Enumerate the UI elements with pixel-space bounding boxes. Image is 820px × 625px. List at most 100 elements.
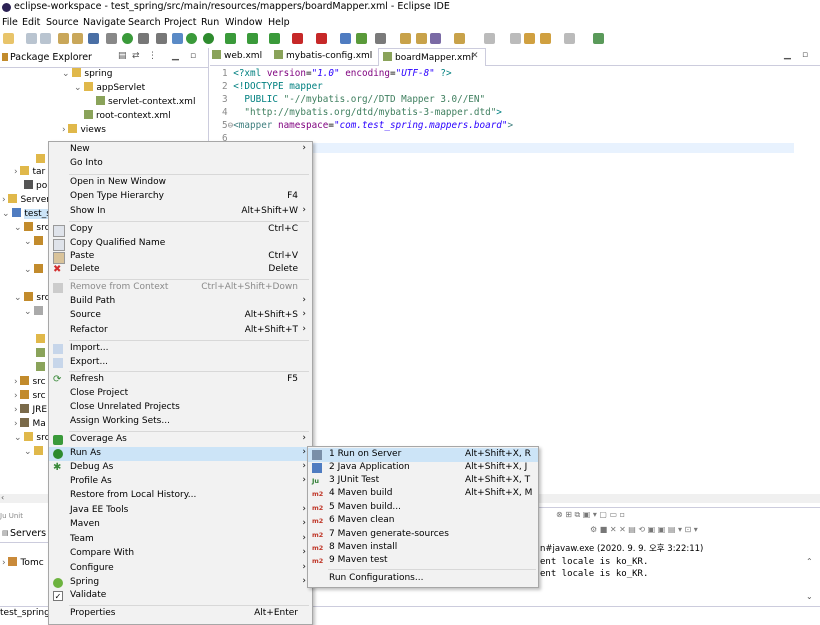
view-menu-icon[interactable]: ⋮ [148, 51, 157, 61]
menu-refactor[interactable]: Refactor Alt+Shift+T › [49, 324, 312, 338]
menu-edit[interactable]: Edit [22, 17, 40, 28]
tree-item-spring[interactable]: ⌄ spring [62, 68, 112, 79]
submenu-run-on-server[interactable]: 1 Run on Server Alt+Shift+X, R [308, 448, 538, 462]
tree-item-appservlet[interactable]: ⌄ appServlet [74, 82, 145, 93]
tree-item-folder-2[interactable] [36, 334, 48, 345]
menu-refresh[interactable]: ⟳ Refresh F5 [49, 373, 312, 387]
debug-run-icon[interactable] [186, 33, 197, 44]
minimize-icon[interactable]: ▁ [784, 50, 791, 60]
submenu-maven-generate-sources[interactable]: m2 7 Maven generate-sources [308, 528, 538, 542]
menu-run-as[interactable]: Run As › [49, 447, 312, 461]
scroll-left-icon[interactable]: ‹ [1, 493, 4, 502]
open-task-icon[interactable] [72, 33, 83, 44]
menu-build-path[interactable]: Build Path › [49, 295, 312, 309]
skip-breakpoints-icon[interactable] [106, 33, 117, 44]
tree-item-src-4[interactable]: › src [14, 390, 46, 401]
tree-item-src-5[interactable]: ⌄ src [14, 432, 50, 443]
code-line-1[interactable]: 1 <?xml version="1.0" encoding="UTF-8" ?… [222, 68, 452, 79]
tree-item-pkg-3[interactable]: ⌄ [24, 306, 46, 317]
menu-close-project[interactable]: Close Project [49, 387, 312, 401]
menu-paste[interactable]: Paste Ctrl+V [49, 250, 312, 264]
run-icon[interactable] [203, 33, 214, 44]
menu-project[interactable]: Project [164, 17, 197, 28]
tomcat-server-item[interactable]: › Tomc [2, 557, 44, 568]
tab-mybatis-config[interactable]: mybatis-config.xml [274, 50, 372, 61]
terminate-icon[interactable] [316, 33, 327, 44]
tree-item-folder-3[interactable]: ⌄ [24, 446, 46, 457]
menu-run[interactable]: Run [201, 17, 219, 28]
globe-icon[interactable] [172, 33, 183, 44]
tree-item-src-3[interactable]: › src [14, 376, 46, 387]
open-task-folder-icon[interactable] [454, 33, 465, 44]
menu-properties[interactable]: Properties Alt+Enter [49, 607, 312, 621]
menu-debug-as[interactable]: ✱ Debug As › [49, 461, 312, 475]
menu-open-type-hierarchy[interactable]: Open Type Hierarchy F4 [49, 190, 312, 204]
profile-icon[interactable] [269, 33, 280, 44]
tree-item-maven[interactable]: › Ma [14, 418, 46, 429]
submenu-maven-test[interactable]: m2 9 Maven test [308, 554, 538, 568]
tree-item-jre[interactable]: › JRE [14, 404, 47, 415]
scroll-up-icon[interactable]: ⌃ [806, 557, 813, 566]
menu-source[interactable]: Source [46, 17, 79, 28]
maximize-icon[interactable]: ▫ [802, 50, 808, 60]
open-folder-icon[interactable] [400, 33, 411, 44]
submenu-junit-test[interactable]: Ju 3 JUnit Test Alt+Shift+X, T [308, 474, 538, 488]
tree-item-target[interactable]: › tar [14, 166, 45, 177]
tree-item-folder[interactable] [36, 154, 48, 165]
tree-item-src-1[interactable]: ⌄ src [14, 222, 50, 233]
menu-window[interactable]: Window [225, 17, 262, 28]
tree-item-pkg-1[interactable]: ⌄ [24, 236, 46, 247]
code-line-3[interactable]: 3 PUBLIC "-//mybatis.org//DTD Mapper 3.0… [222, 94, 485, 105]
maximize-icon[interactable]: ▫ [190, 51, 196, 61]
server-icon[interactable] [138, 33, 149, 44]
tab-web-xml[interactable]: web.xml [212, 50, 262, 61]
tree-item-root-context[interactable]: root-context.xml [84, 110, 171, 121]
menu-restore-local-history[interactable]: Restore from Local History... [49, 489, 312, 503]
menu-search[interactable]: Search [128, 17, 161, 28]
menu-file[interactable]: File [2, 17, 18, 28]
menu-open-new-window[interactable]: Open in New Window [49, 176, 312, 190]
tree-item-pom[interactable]: po [24, 180, 47, 191]
link-editor-icon[interactable]: ⇄ [132, 51, 140, 61]
open-type-icon[interactable] [58, 33, 69, 44]
save-icon[interactable] [26, 33, 37, 44]
tab-board-mapper-active[interactable]: boardMapper.xml ✕ [378, 48, 486, 66]
menu-compare-with[interactable]: Compare With › [49, 547, 312, 561]
menu-configure[interactable]: Configure › [49, 562, 312, 576]
new-package-icon[interactable] [340, 33, 351, 44]
menu-copy[interactable]: Copy Ctrl+C [49, 223, 312, 237]
submenu-maven-clean[interactable]: m2 6 Maven clean [308, 514, 538, 528]
submenu-java-application[interactable]: 2 Java Application Alt+Shift+X, J [308, 461, 538, 475]
menu-validate[interactable]: ✓ Validate [49, 589, 312, 603]
code-line-4[interactable]: 4 "http://mybatis.org/dtd/mybatis-3-mapp… [222, 107, 502, 118]
menu-export[interactable]: Export... [49, 356, 312, 370]
back-icon[interactable] [540, 33, 551, 44]
save-all-icon[interactable] [40, 33, 51, 44]
menu-assign-working-sets[interactable]: Assign Working Sets... [49, 415, 312, 429]
new-spring-icon[interactable] [375, 33, 386, 44]
menu-maven[interactable]: Maven › [49, 518, 312, 532]
tool-icon[interactable] [156, 33, 167, 44]
menu-import[interactable]: Import... [49, 342, 312, 356]
next-annotation-icon[interactable] [510, 33, 521, 44]
package-explorer-tab[interactable]: Package Explorer ▤ ⇄ ⋮ ▁ ▫ [0, 48, 208, 68]
scroll-down-icon[interactable]: ⌄ [806, 592, 813, 601]
tree-item-servlet-context[interactable]: servlet-context.xml [96, 96, 195, 107]
stop-icon[interactable] [292, 33, 303, 44]
external-tools-icon[interactable] [247, 33, 258, 44]
console-toolbar-icons[interactable]: ⊗ ⊞ ⧉ ▣ ▾ ▢ ▭ ▫ [556, 510, 625, 520]
tree-item-file-2[interactable] [36, 362, 48, 373]
code-line-5[interactable]: 5⊖<mapper namespace="com.test_spring.map… [222, 120, 513, 131]
debug-icon[interactable] [122, 33, 133, 44]
new-class-icon[interactable] [356, 33, 367, 44]
menu-profile-as[interactable]: Profile As › [49, 475, 312, 489]
close-icon[interactable]: ✕ [471, 51, 479, 61]
collapse-all-icon[interactable]: ▤ [118, 51, 127, 61]
menu-help[interactable]: Help [268, 17, 290, 28]
last-edit-icon[interactable] [524, 33, 535, 44]
code-line-2[interactable]: 2 <!DOCTYPE mapper [222, 81, 323, 92]
tree-item-servers[interactable]: › Server [2, 194, 50, 205]
submenu-maven-build[interactable]: m2 4 Maven build Alt+Shift+X, M [308, 487, 538, 501]
pin-editor-icon[interactable] [593, 33, 604, 44]
submenu-maven-build-dialog[interactable]: m2 5 Maven build... [308, 501, 538, 515]
